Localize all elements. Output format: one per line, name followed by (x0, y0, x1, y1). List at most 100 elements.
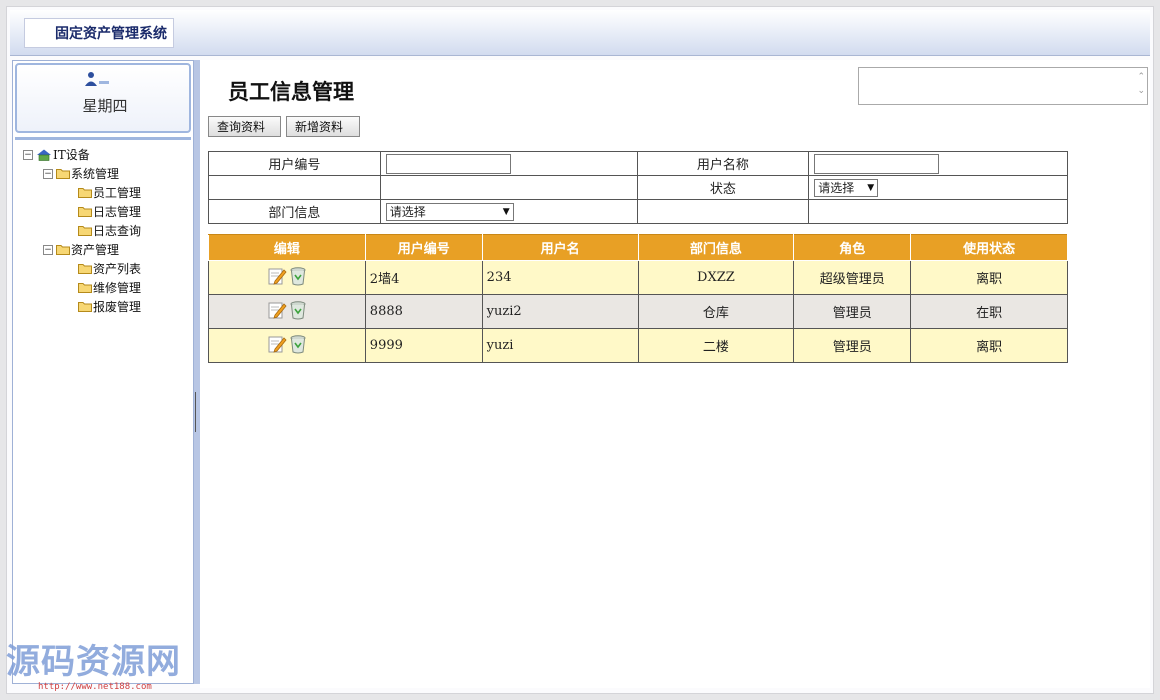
edit-icon[interactable] (267, 266, 287, 290)
search-form: 用户编号 用户名称 状态 请选择 ▼ 部门信息 请选择 ▼ (208, 151, 1068, 224)
nav-item[interactable]: 资产列表 (23, 259, 141, 278)
folder-icon (56, 244, 70, 255)
cell-username: yuzi (481, 328, 639, 363)
logo: 固定资产管理系统 (24, 18, 174, 48)
cell-user-id: 9999 (364, 328, 483, 363)
cell-status: 在职 (910, 294, 1068, 329)
add-button[interactable]: 新增资料 (286, 116, 360, 137)
cell-role: 管理员 (793, 294, 912, 329)
folder-icon (78, 282, 92, 293)
dept-select-value: 请选择 (389, 205, 426, 219)
app-header: 固定资产管理系统 (10, 10, 1150, 56)
table-row: 8888 yuzi2 仓库 管理员 在职 (208, 294, 1068, 329)
weekday-label: 星期四 (82, 97, 128, 115)
user-name-input[interactable] (814, 153, 940, 174)
edit-icon[interactable] (267, 334, 287, 358)
chevron-down-icon: ▼ (867, 182, 875, 193)
col-header-dept: 部门信息 (637, 234, 795, 261)
cell-status: 离职 (910, 328, 1068, 363)
user-name-label: 用户名称 (636, 151, 810, 176)
nav-tree: − IT设备 − 系统管理 员工管理 日志管理 日志查询 − 资产管理 资产列表 维修管理 报废管理 (23, 145, 141, 316)
chevron-down-icon: ▼ (502, 206, 510, 217)
nav-item-label: 资产管理 (71, 243, 120, 257)
scroll-arrows-icon[interactable]: ⌃ ⌄ (1137, 70, 1145, 98)
empty-cell (379, 175, 638, 200)
user-icon (85, 72, 109, 86)
nav-item[interactable]: 员工管理 (23, 183, 141, 202)
watermark-text: 源码资源网 (6, 642, 181, 682)
nav-item-label: 报废管理 (93, 300, 142, 314)
nav-item[interactable]: 日志查询 (23, 221, 141, 240)
nav-item-label: IT设备 (53, 148, 90, 162)
empty-cell (808, 199, 1068, 224)
nav-item[interactable]: 报废管理 (23, 297, 141, 316)
status-select-value: 请选择 (818, 181, 855, 195)
home-icon (36, 149, 52, 161)
employee-table: 编辑 用户编号 用户名 部门信息 角色 使用状态 2墙4 234 DXZZ 超级管理员… (208, 234, 1068, 363)
col-header-edit: 编辑 (208, 234, 366, 261)
delete-icon[interactable] (289, 334, 307, 358)
table-header-row: 编辑 用户编号 用户名 部门信息 角色 使用状态 (208, 234, 1068, 261)
folder-icon (78, 187, 92, 198)
page-title: 员工信息管理 (228, 81, 354, 104)
col-header-role: 角色 (793, 234, 912, 261)
user-id-cell (379, 151, 638, 176)
user-card: 星期四 (15, 63, 191, 133)
cell-user-id: 8888 (364, 294, 483, 329)
nav-item[interactable]: − 系统管理 (23, 164, 141, 183)
nav-item-label: 日志管理 (93, 205, 142, 219)
main-panel: 员工信息管理 ⌃⌄ 查询资料 新增资料 用户编号 用户名称 状态 请选择 ▼ (200, 60, 1150, 688)
folder-icon (78, 263, 92, 274)
cell-dept: 二楼 (637, 328, 795, 363)
logo-text: 固定资产管理系统 (55, 26, 167, 42)
form-row: 用户编号 用户名称 (208, 151, 1068, 176)
col-header-status: 使用状态 (910, 234, 1068, 261)
splitter-grip[interactable] (195, 392, 199, 432)
cell-status: 离职 (910, 260, 1068, 295)
watermark-url: http://www.net188.com (38, 682, 152, 692)
collapse-toggle-icon[interactable]: − (43, 244, 53, 255)
edit-cell (208, 294, 366, 329)
edit-cell (208, 260, 366, 295)
nav-item-label: 日志查询 (93, 224, 142, 238)
folder-icon (78, 206, 92, 217)
notice-textarea[interactable]: ⌃ ⌄ (858, 67, 1148, 105)
cell-user-id: 2墙4 (364, 260, 483, 295)
table-row: 2墙4 234 DXZZ 超级管理员 离职 (208, 260, 1068, 295)
cell-dept: 仓库 (637, 294, 795, 329)
user-id-input[interactable] (385, 153, 511, 174)
delete-icon[interactable] (289, 266, 307, 290)
nav-item[interactable]: − IT设备 (23, 145, 141, 164)
status-select[interactable]: 请选择 ▼ (814, 178, 879, 197)
dept-cell: 请选择 ▼ (379, 199, 638, 224)
col-header-username: 用户名 (481, 234, 639, 261)
nav-item[interactable]: 维修管理 (23, 278, 141, 297)
nav-item-label: 员工管理 (93, 186, 142, 200)
status-cell: 请选择 ▼ (808, 175, 1068, 200)
form-row: 部门信息 请选择 ▼ (208, 199, 1068, 224)
user-id-label: 用户编号 (208, 151, 381, 176)
col-header-user-id: 用户编号 (364, 234, 483, 261)
user-name-cell (808, 151, 1068, 176)
folder-icon (56, 168, 70, 179)
edit-cell (208, 328, 366, 363)
collapse-toggle-icon[interactable]: − (23, 149, 33, 160)
table-row: 9999 yuzi 二楼 管理员 离职 (208, 328, 1068, 363)
nav-item[interactable]: − 资产管理 (23, 240, 141, 259)
nav-item-label: 系统管理 (71, 167, 120, 181)
cell-role: 管理员 (793, 328, 912, 363)
dept-select[interactable]: 请选择 ▼ (385, 202, 514, 221)
cell-dept: DXZZ (637, 260, 795, 295)
nav-item[interactable]: 日志管理 (23, 202, 141, 221)
cell-role: 超级管理员 (793, 260, 912, 295)
delete-icon[interactable] (289, 300, 307, 324)
form-row: 状态 请选择 ▼ (208, 175, 1068, 200)
empty-cell (208, 175, 381, 200)
query-button[interactable]: 查询资料 (208, 116, 281, 137)
status-label: 状态 (636, 175, 810, 200)
nav-item-label: 维修管理 (93, 281, 142, 295)
collapse-toggle-icon[interactable]: − (43, 168, 53, 179)
empty-cell (636, 199, 810, 224)
dept-label: 部门信息 (208, 199, 381, 224)
edit-icon[interactable] (267, 300, 287, 324)
